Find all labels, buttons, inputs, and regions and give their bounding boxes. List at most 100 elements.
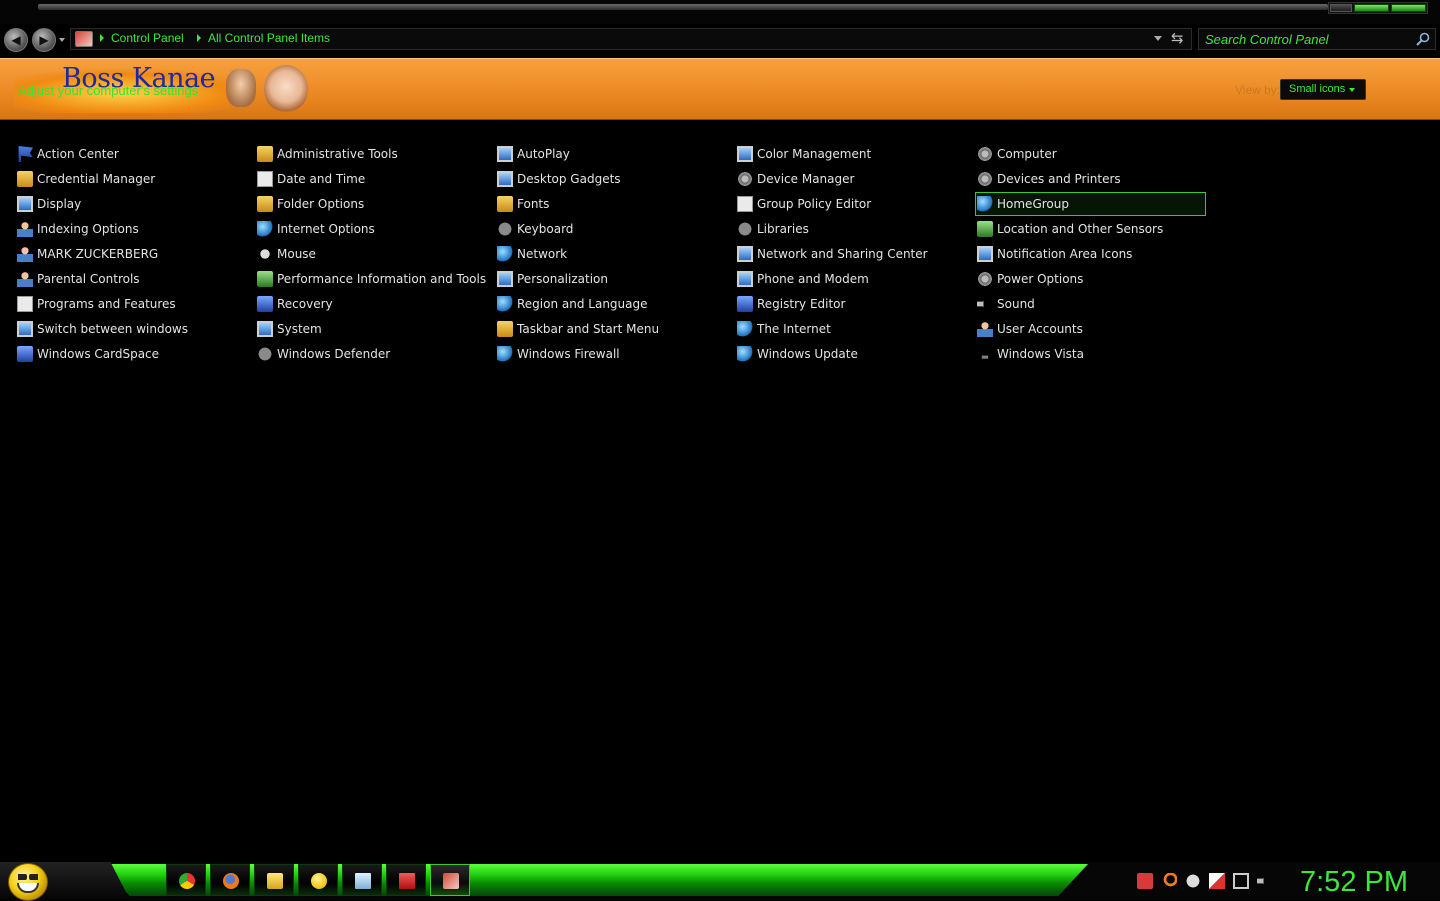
address-dropdown-icon[interactable] [1154, 36, 1162, 41]
recent-pages-dropdown[interactable] [59, 38, 65, 42]
cp-item-keyboard[interactable]: Keyboard [496, 218, 573, 240]
taskbar-control-panel[interactable] [430, 864, 470, 896]
cp-item-display[interactable]: Display [16, 193, 81, 215]
computer-icon [977, 146, 993, 162]
cp-item-taskbar-and-start-menu[interactable]: Taskbar and Start Menu [496, 318, 659, 340]
cp-item-mouse[interactable]: Mouse [256, 243, 316, 265]
cp-item-programs-and-features[interactable]: Programs and Features [16, 293, 176, 315]
breadcrumb-separator-icon[interactable] [197, 34, 201, 42]
close-button[interactable] [1390, 4, 1426, 12]
taskbar-notepad[interactable] [342, 864, 382, 896]
cp-item-label: Windows CardSpace [37, 347, 160, 361]
cp-item-administrative-tools[interactable]: Administrative Tools [256, 143, 398, 165]
network-icon[interactable] [1233, 873, 1249, 889]
administrative-tools-icon [257, 146, 273, 162]
search-box[interactable] [1198, 28, 1436, 50]
taskbar-firefox[interactable] [210, 864, 250, 896]
cp-item-device-manager[interactable]: Device Manager [736, 168, 854, 190]
cp-item-windows-update[interactable]: Windows Update [736, 343, 858, 365]
cp-item-notification-area-icons[interactable]: Notification Area Icons [976, 243, 1132, 265]
cp-item-windows-firewall[interactable]: Windows Firewall [496, 343, 620, 365]
cp-item-autoplay[interactable]: AutoPlay [496, 143, 570, 165]
cp-item-recovery[interactable]: Recovery [256, 293, 333, 315]
cp-item-folder-options[interactable]: Folder Options [256, 193, 364, 215]
cp-item-network-and-sharing-center[interactable]: Network and Sharing Center [736, 243, 928, 265]
cp-item-the-internet[interactable]: The Internet [736, 318, 831, 340]
back-button[interactable]: ◀ [4, 28, 28, 52]
chrome-icon [179, 873, 195, 889]
control-panel-icon [443, 873, 459, 889]
cp-item-label: Sound [997, 297, 1035, 311]
breadcrumb-separator-icon[interactable] [100, 34, 104, 42]
cp-item-switch-between-windows[interactable]: Switch between windows [16, 318, 188, 340]
cp-item-desktop-gadgets[interactable]: Desktop Gadgets [496, 168, 621, 190]
view-by-dropdown[interactable]: Small icons [1280, 79, 1366, 100]
cp-item-phone-and-modem[interactable]: Phone and Modem [736, 268, 869, 290]
cp-item-internet-options[interactable]: Internet Options [256, 218, 375, 240]
cp-item-homegroup[interactable]: HomeGroup [975, 192, 1206, 216]
cp-item-indexing-options[interactable]: Indexing Options [16, 218, 139, 240]
cp-item-parental-controls[interactable]: Parental Controls [16, 268, 140, 290]
maximize-button[interactable] [1353, 4, 1389, 12]
network-icon [497, 246, 513, 262]
programs-and-features-icon [17, 296, 33, 312]
breadcrumb-all-items[interactable]: All Control Panel Items [208, 31, 330, 45]
cp-item-sound[interactable]: Sound [976, 293, 1035, 315]
search-input[interactable] [1205, 31, 1410, 47]
cp-item-libraries[interactable]: Libraries [736, 218, 809, 240]
cp-item-power-options[interactable]: Power Options [976, 268, 1083, 290]
title-bar-line [38, 4, 1328, 10]
taskbar-chrome[interactable] [166, 864, 206, 896]
cp-item-mark-zuckerberg[interactable]: MARK ZUCKERBERG [16, 243, 158, 265]
taskbar-messenger[interactable] [298, 864, 338, 896]
power-options-icon [977, 271, 993, 287]
cp-item-windows-vista[interactable]: Windows Vista [976, 343, 1084, 365]
volume-icon[interactable] [1257, 873, 1269, 889]
cp-item-date-and-time[interactable]: Date and Time [256, 168, 365, 190]
tray-messenger-icon[interactable] [1185, 873, 1201, 889]
the-internet-icon [737, 321, 753, 337]
cp-item-system[interactable]: System [256, 318, 322, 340]
window-controls[interactable] [1328, 2, 1428, 14]
notepad-icon [355, 873, 371, 889]
clock[interactable]: 7:52 PM [1300, 866, 1408, 899]
taskbar-media[interactable] [386, 864, 426, 896]
tray-media-icon[interactable] [1137, 873, 1153, 889]
parental-controls-icon [17, 271, 33, 287]
cp-item-registry-editor[interactable]: Registry Editor [736, 293, 845, 315]
smiley-mouth [17, 883, 39, 893]
address-bar[interactable]: Control Panel All Control Panel Items ⇆ [70, 28, 1192, 50]
cp-item-windows-defender[interactable]: Windows Defender [256, 343, 390, 365]
cp-item-personalization[interactable]: Personalization [496, 268, 608, 290]
cp-item-location-and-other-sensors[interactable]: Location and Other Sensors [976, 218, 1163, 240]
cp-item-action-center[interactable]: Action Center [16, 143, 119, 165]
cp-item-color-management[interactable]: Color Management [736, 143, 871, 165]
credential-manager-icon [17, 171, 33, 187]
minimize-button[interactable] [1330, 4, 1352, 12]
cp-item-label: Network and Sharing Center [757, 247, 928, 261]
cp-item-user-accounts[interactable]: User Accounts [976, 318, 1083, 340]
breadcrumb-control-panel[interactable]: Control Panel [111, 31, 184, 45]
cp-item-network[interactable]: Network [496, 243, 567, 265]
start-button[interactable] [8, 863, 48, 901]
cp-item-computer[interactable]: Computer [976, 143, 1057, 165]
cp-item-region-and-language[interactable]: Region and Language [496, 293, 648, 315]
cp-item-fonts[interactable]: Fonts [496, 193, 549, 215]
cp-item-windows-cardspace[interactable]: Windows CardSpace [16, 343, 159, 365]
cp-item-devices-and-printers[interactable]: Devices and Printers [976, 168, 1121, 190]
cp-item-label: System [277, 322, 322, 336]
taskbar-explorer[interactable] [254, 864, 294, 896]
folder-options-icon [257, 196, 273, 212]
tray-search-icon[interactable] [1161, 873, 1177, 889]
cp-item-label: Location and Other Sensors [997, 222, 1164, 236]
cp-item-group-policy-editor[interactable]: Group Policy Editor [736, 193, 871, 215]
forward-button[interactable]: ▶ [32, 28, 56, 52]
cp-item-label: Windows Vista [997, 347, 1084, 361]
sound-icon [977, 296, 989, 312]
action-center-flag-icon[interactable] [1209, 873, 1225, 889]
search-icon[interactable] [1415, 31, 1431, 47]
cp-item-performance-information-and-tools[interactable]: Performance Information and Tools [256, 268, 486, 290]
refresh-icon[interactable]: ⇆ [1171, 30, 1187, 46]
cp-item-credential-manager[interactable]: Credential Manager [16, 168, 155, 190]
cp-item-label: Indexing Options [37, 222, 139, 236]
